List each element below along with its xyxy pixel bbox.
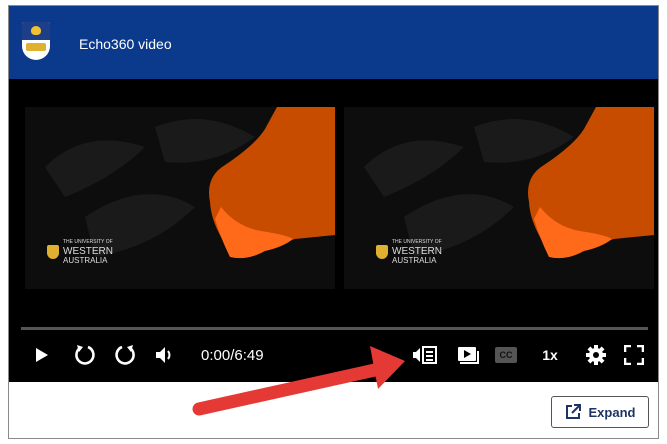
embed-header: Echo360 video <box>9 6 658 79</box>
settings-button[interactable] <box>583 339 609 371</box>
fullscreen-icon <box>624 345 644 365</box>
playback-speed-button[interactable]: 1x <box>537 339 563 371</box>
time-display: 0:00/6:49 <box>201 347 264 364</box>
uwa-crest-icon <box>47 244 59 259</box>
play-button[interactable] <box>31 339 53 371</box>
fullscreen-button[interactable] <box>621 339 647 371</box>
volume-icon <box>156 347 171 363</box>
uwa-logo-line2: WESTERN <box>63 246 113 257</box>
expand-button[interactable]: Expand <box>551 396 649 428</box>
video-pane-left[interactable]: THE UNIVERSITY OF WESTERN AUSTRALIA <box>25 107 335 289</box>
embed-footer: Expand <box>9 382 658 438</box>
uwa-crest-icon <box>376 244 388 259</box>
echo360-embed: Echo360 video THE UNIVERSITY OF WESTERN … <box>8 5 659 439</box>
captions-button[interactable]: CC <box>493 339 519 371</box>
forward-icon <box>115 345 135 365</box>
external-link-icon <box>565 404 581 419</box>
video-toggle-icon <box>458 347 479 364</box>
video-toggle-button[interactable] <box>454 339 482 371</box>
expand-label: Expand <box>588 404 636 420</box>
university-crest-icon <box>22 22 50 60</box>
volume-button[interactable] <box>153 339 177 371</box>
rewind-button[interactable] <box>71 339 99 371</box>
settings-icon <box>586 345 606 365</box>
rewind-icon <box>75 345 95 365</box>
video-title: Echo360 video <box>79 36 172 52</box>
uwa-logo-line3: AUSTRALIA <box>392 256 437 265</box>
transcript-icon <box>413 346 437 364</box>
video-player[interactable]: THE UNIVERSITY OF WESTERN AUSTRALIA THE … <box>9 79 658 382</box>
transcript-button[interactable] <box>411 339 439 371</box>
progress-bar[interactable] <box>21 327 648 330</box>
captions-icon: CC <box>495 347 517 363</box>
uwa-logo-line2: WESTERN <box>392 246 442 257</box>
uwa-logo-line3: AUSTRALIA <box>63 256 108 265</box>
video-pane-right[interactable]: THE UNIVERSITY OF WESTERN AUSTRALIA <box>344 107 654 289</box>
forward-button[interactable] <box>111 339 139 371</box>
play-icon <box>36 348 48 362</box>
